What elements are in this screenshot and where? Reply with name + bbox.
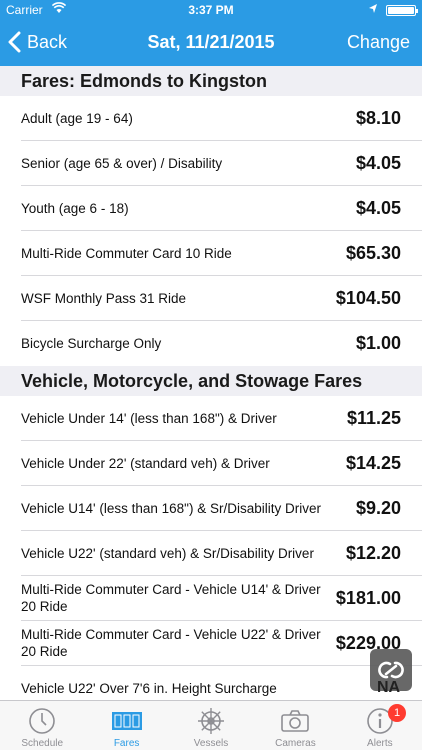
fare-price: $9.20 xyxy=(355,497,401,518)
tab-label: Cameras xyxy=(275,738,316,749)
fare-price: $4.05 xyxy=(355,197,401,218)
fare-group-passengers: Adult (age 19 - 64) $8.10 Senior (age 65 … xyxy=(0,96,422,366)
status-bar: Carrier 3:37 PM xyxy=(0,0,422,20)
tab-alerts[interactable]: Alerts xyxy=(338,701,422,750)
fare-price: $4.05 xyxy=(355,152,401,173)
tab-fares[interactable]: Fares xyxy=(84,701,168,750)
fare-row: Multi-Ride Commuter Card - Vehicle U14' … xyxy=(21,576,422,621)
section-header: Vehicle, Motorcycle, and Stowage Fares xyxy=(0,366,422,396)
section-header: Fares: Edmonds to Kingston xyxy=(0,66,422,96)
link-loop-icon xyxy=(378,661,404,679)
status-time: 3:37 PM xyxy=(188,3,234,17)
fare-label: Vehicle Under 22' (standard veh) & Drive… xyxy=(21,455,270,471)
chevron-left-icon xyxy=(8,31,21,53)
tab-vessels[interactable]: Vessels xyxy=(169,701,253,750)
fares-list[interactable]: Fares: Edmonds to Kingston Adult (age 19… xyxy=(0,66,422,700)
fare-label: Youth (age 6 - 18) xyxy=(21,200,129,216)
back-button[interactable]: Back xyxy=(8,31,67,53)
nav-bar: Back Sat, 11/21/2015 Change xyxy=(0,20,422,66)
fare-label: Senior (age 65 & over) / Disability xyxy=(21,155,223,171)
fare-row: Vehicle Under 14' (less than 168") & Dri… xyxy=(21,396,422,441)
tab-label: Vessels xyxy=(193,738,229,749)
floating-na-label: NA xyxy=(377,679,401,696)
ship-wheel-icon xyxy=(198,708,225,734)
fare-price: $1.00 xyxy=(355,332,401,353)
fare-label: Vehicle U14' (less than 168") & Sr/Disab… xyxy=(21,500,321,516)
fare-price: $11.25 xyxy=(346,407,401,428)
fare-label: WSF Monthly Pass 31 Ride xyxy=(21,290,187,306)
fare-label: Bicycle Surcharge Only xyxy=(21,335,162,351)
fare-label: Vehicle U22' Over 7'6 in. Height Surchar… xyxy=(21,680,277,696)
tab-label: Fares xyxy=(113,738,140,749)
fare-label: Multi-Ride Commuter Card 10 Ride xyxy=(21,245,232,261)
fare-row: Adult (age 19 - 64) $8.10 xyxy=(21,96,422,141)
fare-label: Multi-Ride Commuter Card - Vehicle U22' … xyxy=(21,627,321,659)
fare-group-vehicles: Vehicle Under 14' (less than 168") & Dri… xyxy=(0,396,422,700)
tab-cameras[interactable]: Cameras xyxy=(253,701,337,750)
tab-label: Schedule xyxy=(21,738,64,749)
fare-row: Vehicle U22' Over 7'6 in. Height Surchar… xyxy=(21,666,422,700)
fare-row: Vehicle U22' (standard veh) & Sr/Disabil… xyxy=(21,531,422,576)
fare-price: $181.00 xyxy=(335,587,401,608)
clock-icon xyxy=(29,708,56,734)
battery-icon xyxy=(386,5,418,16)
location-arrow-icon xyxy=(368,3,378,18)
fare-price: $8.10 xyxy=(355,107,401,128)
fare-row: Multi-Ride Commuter Card - Vehicle U22' … xyxy=(21,621,422,666)
tickets-icon xyxy=(111,712,142,730)
fare-row: Vehicle Under 22' (standard veh) & Drive… xyxy=(21,441,422,486)
tab-schedule[interactable]: Schedule xyxy=(0,701,84,750)
fare-label: Vehicle U22' (standard veh) & Sr/Disabil… xyxy=(21,545,314,561)
fare-label: Adult (age 19 - 64) xyxy=(21,110,133,126)
fare-row: Youth (age 6 - 18) $4.05 xyxy=(21,186,422,231)
fare-row: WSF Monthly Pass 31 Ride $104.50 xyxy=(21,276,422,321)
tab-label: Alerts xyxy=(367,738,393,749)
fare-label: Vehicle Under 14' (less than 168") & Dri… xyxy=(21,410,277,426)
fare-row: Bicycle Surcharge Only $1.00 xyxy=(21,321,422,366)
fare-price: $104.50 xyxy=(335,287,401,308)
tab-bar: Schedule Fares Vessels Cameras Alerts xyxy=(0,700,422,750)
fare-row: Multi-Ride Commuter Card 10 Ride $65.30 xyxy=(21,231,422,276)
alerts-badge: 1 xyxy=(388,704,406,722)
fare-row: Vehicle U14' (less than 168") & Sr/Disab… xyxy=(21,486,422,531)
back-label: Back xyxy=(27,31,68,52)
fare-row: Senior (age 65 & over) / Disability $4.05 xyxy=(21,141,422,186)
fare-price: $14.25 xyxy=(345,452,401,473)
camera-icon xyxy=(281,710,310,732)
fare-price: $12.20 xyxy=(345,542,401,563)
change-button[interactable]: Change xyxy=(347,32,410,53)
fare-price: $65.30 xyxy=(345,242,401,263)
fare-label: Multi-Ride Commuter Card - Vehicle U14' … xyxy=(21,582,321,614)
